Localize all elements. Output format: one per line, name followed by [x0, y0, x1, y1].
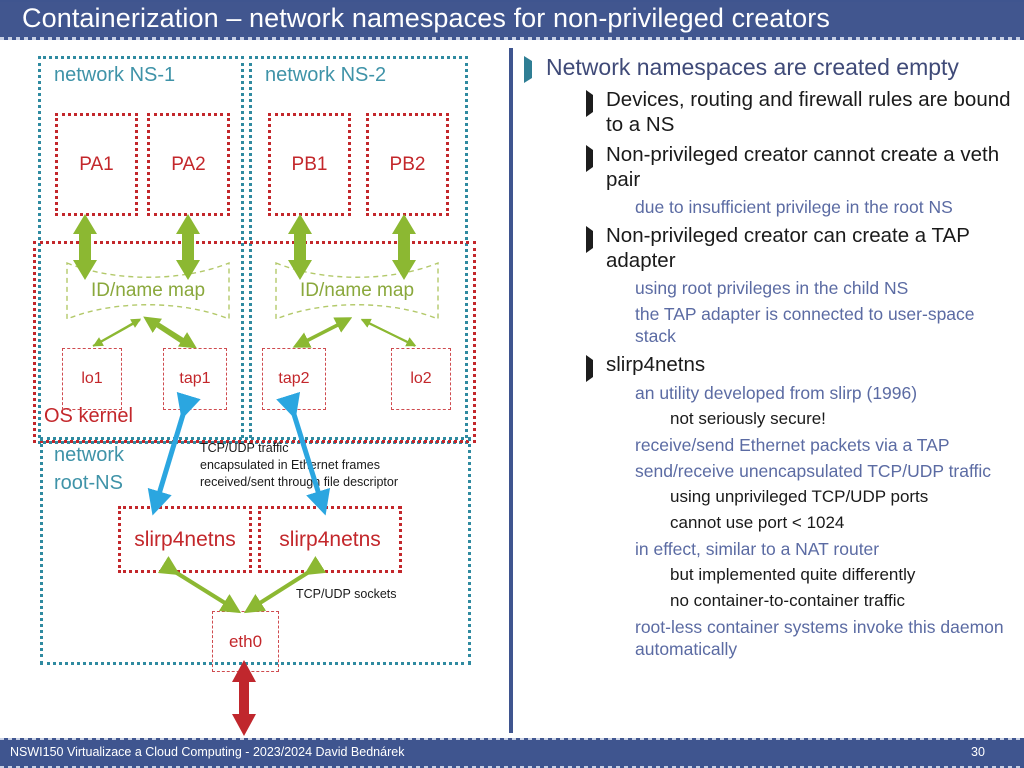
bullet-item-l2: Non-privileged creator cannot create a v…	[586, 142, 1016, 192]
footer-page-number: 30	[971, 745, 985, 759]
bullet-item-l4: but implemented quite differently	[660, 564, 1016, 586]
bullet-triangle-icon-shape	[524, 56, 532, 83]
id-name-map-label-ns1: ID/name map	[90, 280, 206, 301]
annotation-sockets: TCP/UDP sockets	[296, 587, 397, 601]
device-box-lo1: lo1	[62, 348, 122, 410]
id-name-map-ns1: ID/name map	[64, 260, 232, 322]
bullet-text: not seriously secure!	[670, 409, 826, 428]
root-ns-label-line1: network	[54, 444, 125, 466]
annotation-tap-traffic-line1: TCP/UDP traffic	[200, 441, 289, 455]
daemon-box-slirp4netns-2: slirp4netns	[258, 506, 402, 573]
bullet-text: cannot use port < 1024	[670, 513, 845, 532]
bullet-item-l3: using root privileges in the child NS	[624, 277, 1016, 299]
annotation-tap-traffic-line2: encapsulated in Ethernet frames	[200, 458, 380, 472]
daemon-box-slirp4netns-1: slirp4netns	[118, 506, 252, 573]
device-box-tap2: tap2	[262, 348, 326, 410]
bullet-text: using unprivileged TCP/UDP ports	[670, 487, 929, 506]
bullet-item-l2: Non-privileged creator can create a TAP …	[586, 223, 1016, 273]
bullet-text: Devices, routing and firewall rules are …	[606, 88, 1011, 136]
bullet-item-l3: send/receive unencapsulated TCP/UDP traf…	[624, 460, 1016, 482]
bullet-triangle-icon	[586, 90, 593, 117]
bullet-item-l3: receive/send Ethernet packets via a TAP	[624, 434, 1016, 456]
bullet-item-l3: the TAP adapter is connected to user-spa…	[624, 303, 1016, 347]
bullet-triangle-icon-shape	[586, 226, 593, 253]
bullet-text: an utility developed from slirp (1996)	[635, 383, 918, 403]
bullet-text: root-less container systems invoke this …	[635, 617, 1004, 659]
bullet-triangle-icon	[586, 226, 593, 253]
bullet-text: using root privileges in the child NS	[635, 278, 909, 298]
bullet-item-l3: root-less container systems invoke this …	[624, 616, 1016, 660]
device-box-eth0: eth0	[212, 611, 279, 672]
bullet-text: receive/send Ethernet packets via a TAP	[635, 435, 950, 455]
bullet-triangle-icon	[586, 145, 593, 172]
bullet-item-l4: not seriously secure!	[660, 408, 1016, 430]
bullet-list: Network namespaces are created empty Devi…	[524, 52, 1016, 660]
bullet-triangle-icon-shape	[586, 90, 593, 117]
bullet-item-l3: in effect, similar to a NAT router	[624, 538, 1016, 560]
page-title: Containerization – network namespaces fo…	[22, 3, 830, 33]
slide-title-bar: Containerization – network namespaces fo…	[0, 0, 1024, 40]
bullet-text: but implemented quite differently	[670, 565, 916, 584]
annotation-tap-traffic-line3: received/sent through file descriptor	[200, 475, 399, 489]
id-name-map-label-ns2: ID/name map	[299, 280, 415, 301]
footer-top-dotted-rule	[0, 738, 1024, 740]
bullet-text: Non-privileged creator cannot create a v…	[606, 143, 1000, 191]
bullet-text: slirp4netns	[606, 353, 706, 376]
bullet-text: Non-privileged creator can create a TAP …	[606, 224, 970, 272]
namespace-label-ns2: network NS-2	[265, 64, 387, 86]
bullet-triangle-icon	[524, 56, 532, 83]
content-divider	[509, 48, 513, 733]
process-box-pb2: PB2	[366, 113, 449, 216]
bullet-item-l4: cannot use port < 1024	[660, 512, 1016, 534]
bullet-item-l4: using unprivileged TCP/UDP ports	[660, 486, 1016, 508]
bullet-item-l3: due to insufficient privilege in the roo…	[624, 196, 1016, 218]
bullet-item-l2: Devices, routing and firewall rules are …	[586, 87, 1016, 137]
process-box-pa2: PA2	[147, 113, 230, 216]
bullet-item-l4: no container-to-container traffic	[660, 590, 1016, 612]
bullet-text: the TAP adapter is connected to user-spa…	[635, 304, 975, 346]
slide-footer: NSWI150 Virtualizace a Cloud Computing -…	[0, 738, 1024, 768]
title-bottom-dotted-rule	[0, 37, 1024, 40]
namespace-label-ns1: network NS-1	[54, 64, 176, 86]
bullet-triangle-icon-shape	[586, 145, 593, 172]
annotation-tap-traffic: TCP/UDP traffic encapsulated in Ethernet…	[200, 440, 398, 491]
process-box-pb1: PB1	[268, 113, 351, 216]
bullet-text: Network namespaces are created empty	[546, 54, 959, 80]
bullet-text: due to insufficient privilege in the roo…	[635, 197, 953, 217]
bullet-text: no container-to-container traffic	[670, 591, 905, 610]
root-ns-label-line2: root-NS	[54, 472, 123, 494]
bullet-text: in effect, similar to a NAT router	[635, 539, 880, 559]
bullet-item-l1: Network namespaces are created empty	[524, 52, 1016, 83]
bullet-triangle-icon	[586, 355, 593, 382]
id-name-map-ns2: ID/name map	[273, 260, 441, 322]
bullet-item-l2: slirp4netns	[586, 352, 1016, 382]
network-namespace-diagram: network NS-1 network NS-2 OS kernel netw…	[0, 48, 505, 738]
process-box-pa1: PA1	[55, 113, 138, 216]
bullet-text: send/receive unencapsulated TCP/UDP traf…	[635, 461, 992, 481]
device-box-lo2: lo2	[391, 348, 451, 410]
bullet-triangle-icon-shape	[586, 355, 593, 382]
bullet-item-l3: an utility developed from slirp (1996)	[624, 382, 1016, 404]
footer-course-text: NSWI150 Virtualizace a Cloud Computing -…	[10, 745, 405, 759]
device-box-tap1: tap1	[163, 348, 227, 410]
